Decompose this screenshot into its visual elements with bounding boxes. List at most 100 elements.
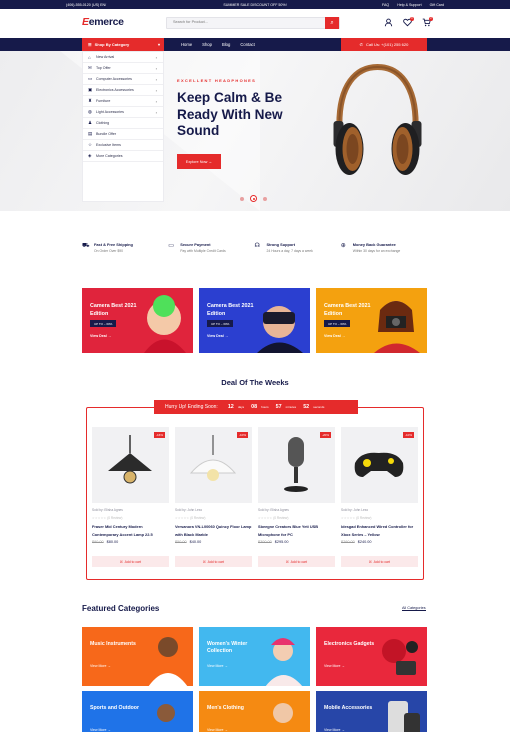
sidebar-item-exclusive-items[interactable]: ☆ Exclusive Items <box>83 140 163 151</box>
current-price: $80.00 <box>106 540 119 544</box>
sidebar-item-bundle-offer[interactable]: ▤ Bundle Offer <box>83 129 163 140</box>
category-card[interactable]: Sports and Outdoor View More → <box>82 691 193 732</box>
discount-badge: -20% <box>319 432 331 438</box>
view-deal-link[interactable]: View Deal → <box>207 334 228 338</box>
product-name[interactable]: Versanora VN-L00060 Quincy Floor Lamp wi… <box>175 523 252 538</box>
slider-dot[interactable] <box>240 196 244 201</box>
user-icon[interactable] <box>384 18 393 27</box>
monitor-icon: ▭ <box>88 76 93 81</box>
category-card[interactable]: Music Instruments View More → <box>82 627 193 686</box>
headset-icon: ☊ <box>254 243 260 249</box>
topbar-link-giftcard[interactable]: Gift Card <box>430 3 444 7</box>
hero-title: Keep Calm & Be Ready With New Sound <box>177 90 283 138</box>
add-to-cart-button[interactable]: ⛝ Add to cart <box>258 556 335 567</box>
nav-link-home[interactable]: Home <box>181 42 192 47</box>
slider-dot[interactable] <box>263 196 267 201</box>
old-price: $260.00 <box>341 540 355 544</box>
view-more-link[interactable]: View More → <box>207 664 228 668</box>
current-price: $40.00 <box>189 540 202 544</box>
heart-icon[interactable]: 0 <box>403 17 414 27</box>
feature-item: ☊ Strong Support 24 Hours a day, 7 days … <box>255 242 341 253</box>
sold-by-label: Sold by: <box>175 508 187 512</box>
cart-icon[interactable]: 2 <box>422 17 433 27</box>
product-card[interactable]: -16% Sold by: Elisha Agnes ☆☆☆☆☆ (0 Revi… <box>92 427 169 569</box>
sidebar-item-top-offer[interactable]: ✉ Top Offer › <box>83 63 163 74</box>
product-name[interactable]: Idesgad Enhanced Wired Controller for Xb… <box>341 523 418 538</box>
review-count: (0 Review) <box>356 516 372 520</box>
feature-subtitle: Within 30 days for an exchange <box>352 249 401 253</box>
view-more-link[interactable]: View More → <box>324 664 345 668</box>
search-input[interactable] <box>173 20 323 24</box>
featured-categories-title: Featured Categories <box>82 604 160 613</box>
sidebar-item-clothing[interactable]: ♟ Clothing <box>83 118 163 129</box>
product-card[interactable]: -10% Sold by: John Lexo ☆☆☆☆☆ (0 Review)… <box>341 427 418 569</box>
product-seller: Sold by: Elisha Agnes <box>92 508 123 512</box>
sidebar-item-new-arrival[interactable]: ⌂ New Arrival › <box>83 52 163 63</box>
sidebar-item-more-categories[interactable]: ◈ More Categories <box>83 151 163 162</box>
sidebar-item-electronics-accessories[interactable]: ▣ Electronics Accessories › <box>83 85 163 96</box>
topbar-promo: SUMMER SALE DISCOUNT OFF 50%! <box>223 2 287 7</box>
view-more-link[interactable]: View More → <box>90 728 111 732</box>
feature-item: ⊕ Money Back Guarantee Within 30 days fo… <box>341 242 427 253</box>
category-card[interactable]: Women's Winter Collection View More → <box>199 627 310 686</box>
product-price: $300.00 $295.00 <box>258 540 288 544</box>
seller-name[interactable]: Elisha Agnes <box>104 508 122 512</box>
seller-name[interactable]: John Lexo <box>187 508 202 512</box>
sold-by-label: Sold by: <box>92 508 104 512</box>
category-image <box>382 639 418 675</box>
view-deal-link[interactable]: View Deal → <box>90 334 111 338</box>
chair-icon: ♜ <box>88 98 93 103</box>
view-more-link[interactable]: View More → <box>90 664 111 668</box>
sidebar-item-computer-accessories[interactable]: ▭ Computer Accessories › <box>83 74 163 85</box>
add-to-cart-button[interactable]: ⛝ Add to cart <box>92 556 169 567</box>
seller-name[interactable]: John Lexo <box>353 508 368 512</box>
phone-icon: ✆ <box>359 42 363 47</box>
countdown-seconds: 52 <box>303 404 310 410</box>
hero-eyebrow: EXCELLENT HEADPHONES <box>177 78 257 83</box>
product-image[interactable] <box>92 427 169 503</box>
add-to-cart-button[interactable]: ⛝ Add to cart <box>175 556 252 567</box>
shop-by-category-button[interactable]: ☰ Shop By Category ▾ <box>82 38 164 51</box>
discount-badge: -10% <box>402 432 414 438</box>
promo-banner[interactable]: Camera Best 2021 Edition UP TO – 60% Vie… <box>82 288 193 353</box>
product-image[interactable] <box>175 427 252 503</box>
nav-link-contact[interactable]: Contact <box>240 42 254 47</box>
product-illustration <box>108 435 152 484</box>
category-card[interactable]: Electronics Gadgets View More → <box>316 627 427 686</box>
sidebar-item-light-accessories[interactable]: ◍ Light Accessories › <box>83 107 163 118</box>
countdown-days-unit: days <box>237 405 245 409</box>
banner-title: Camera Best 2021 Edition <box>324 303 371 317</box>
category-card[interactable]: Mobile Accessories View More → <box>316 691 427 732</box>
sidebar-item-furniture[interactable]: ♜ Furniture › <box>83 96 163 107</box>
seller-name[interactable]: Elisha Agnes <box>270 508 288 512</box>
add-to-cart-button[interactable]: ⛝ Add to cart <box>341 556 418 567</box>
promo-banner[interactable]: Camera Best 2021 Edition UP TO – 60% Vie… <box>199 288 310 353</box>
product-card[interactable]: -20% Sold by: Elisha Agnes ☆☆☆☆☆ (0 Revi… <box>258 427 335 569</box>
promo-banner[interactable]: Camera Best 2021 Edition UP TO – 60% Vie… <box>316 288 427 353</box>
tag-icon: ⌂ <box>88 54 91 60</box>
nav-link-shop[interactable]: Shop <box>202 42 212 47</box>
category-card[interactable]: Men's Clothing View More → <box>199 691 310 732</box>
all-categories-link[interactable]: All Categories <box>402 606 426 611</box>
call-us-button[interactable]: ✆ Call Us: +(101) 255 620 <box>341 38 427 51</box>
view-deal-link[interactable]: View Deal → <box>324 334 345 338</box>
countdown-minutes-unit: minutes <box>285 405 297 409</box>
logo[interactable]: Eemerce <box>82 16 124 28</box>
search-button[interactable]: ⌕ <box>325 17 339 29</box>
product-image[interactable] <box>341 427 418 503</box>
explore-now-button[interactable]: Explore Now → <box>177 154 221 169</box>
topbar-link-faq[interactable]: FAQ <box>382 3 389 7</box>
view-more-link[interactable]: View More → <box>324 728 345 732</box>
product-card[interactable]: -10% Sold by: John Lexo ☆☆☆☆☆ (0 Review)… <box>175 427 252 569</box>
chevron-right-icon: › <box>155 54 157 60</box>
slider-dot-active[interactable] <box>250 195 257 202</box>
nav-link-blog[interactable]: Blog <box>222 42 230 47</box>
cart-count: 2 <box>429 17 433 21</box>
product-name[interactable]: Fraser Mid Century Modern Contemporary A… <box>92 523 169 538</box>
topbar-link-help[interactable]: Help & Support <box>397 3 421 7</box>
view-more-link[interactable]: View More → <box>207 728 228 732</box>
countdown-days: 12 <box>227 404 234 410</box>
product-image[interactable] <box>258 427 335 503</box>
feature-subtitle: On Order Over $90 <box>94 249 124 253</box>
product-name[interactable]: Sbeegne Creators Blue Yeti USB Microphon… <box>258 523 335 538</box>
